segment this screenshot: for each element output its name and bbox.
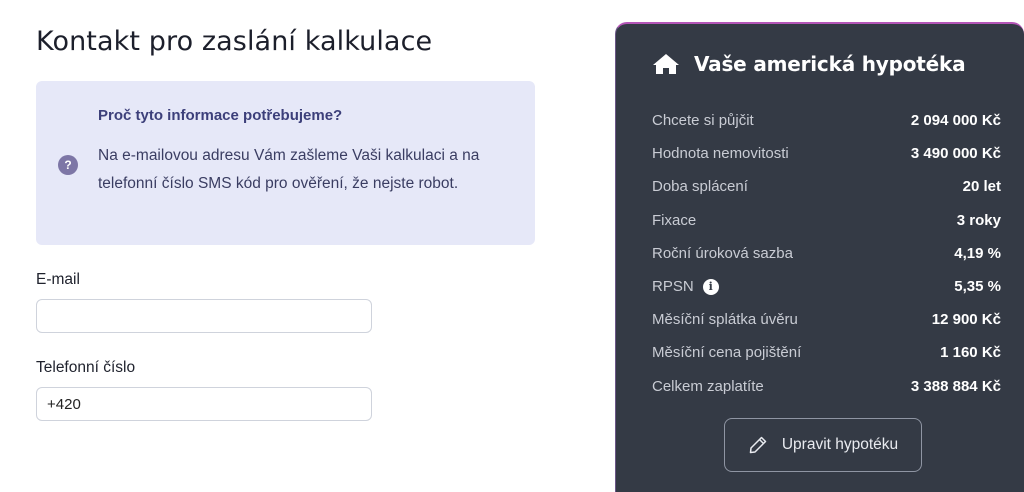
summary-row: RPSN i 5,35 % bbox=[652, 270, 1001, 303]
edit-button-label: Upravit hypotéku bbox=[781, 436, 899, 453]
summary-row: Měsíční cena pojištění 1 160 Kč bbox=[652, 336, 1001, 369]
mortgage-summary-panel: Vaše americká hypotéka Chcete si půjčit … bbox=[615, 22, 1024, 492]
row-label: Hodnota nemovitosti bbox=[652, 145, 789, 163]
edit-mortgage-button[interactable]: Upravit hypotéku bbox=[724, 418, 922, 472]
phone-label: Telefonní číslo bbox=[36, 359, 136, 376]
row-label: Měsíční splátka úvěru bbox=[652, 311, 798, 329]
rpsn-label-text: RPSN bbox=[652, 278, 694, 296]
summary-row: Doba splácení 20 let bbox=[652, 170, 1001, 203]
row-value: 3 388 884 Kč bbox=[910, 377, 1001, 395]
row-label: Fixace bbox=[652, 211, 697, 229]
summary-rows: Chcete si půjčit 2 094 000 Kč Hodnota ne… bbox=[652, 104, 1001, 403]
summary-row: Měsíční splátka úvěru 12 900 Kč bbox=[652, 303, 1001, 336]
summary-row: Fixace 3 roky bbox=[652, 204, 1001, 237]
row-label: Roční úroková sazba bbox=[652, 244, 793, 262]
row-value: 1 160 Kč bbox=[940, 344, 1001, 362]
row-label: Celkem zaplatíte bbox=[652, 377, 764, 395]
question-icon: ? bbox=[58, 155, 78, 175]
summary-row: Hodnota nemovitosti 3 490 000 Kč bbox=[652, 137, 1001, 170]
summary-row: Chcete si půjčit 2 094 000 Kč bbox=[652, 104, 1001, 137]
summary-row: Roční úroková sazba 4,19 % bbox=[652, 237, 1001, 270]
house-icon bbox=[653, 54, 679, 74]
row-label: Měsíční cena pojištění bbox=[652, 344, 802, 362]
info-box: ? Proč tyto informace potřebujeme? Na e-… bbox=[36, 81, 535, 245]
row-value: 20 let bbox=[962, 178, 1001, 196]
row-value: 3 roky bbox=[956, 211, 1001, 229]
phone-input[interactable] bbox=[36, 387, 372, 421]
row-value: 5,35 % bbox=[954, 278, 1001, 296]
row-label: Chcete si půjčit bbox=[652, 112, 754, 130]
pencil-icon bbox=[749, 436, 767, 454]
row-value: 12 900 Kč bbox=[931, 311, 1001, 329]
summary-header: Vaše americká hypotéka bbox=[652, 52, 966, 76]
page-title: Kontakt pro zaslání kalkulace bbox=[36, 26, 433, 57]
row-label-rpsn: RPSN i bbox=[652, 278, 719, 295]
row-label: Doba splácení bbox=[652, 178, 748, 196]
info-title: Proč tyto informace potřebujeme? bbox=[98, 107, 343, 124]
email-label: E-mail bbox=[36, 271, 80, 288]
summary-row: Celkem zaplatíte 3 388 884 Kč bbox=[652, 370, 1001, 403]
row-value: 3 490 000 Kč bbox=[910, 145, 1001, 163]
info-text: Na e-mailovou adresu Vám zašleme Vaši ka… bbox=[98, 147, 480, 192]
summary-title: Vaše americká hypotéka bbox=[694, 52, 966, 76]
row-value: 2 094 000 Kč bbox=[910, 112, 1001, 130]
row-value: 4,19 % bbox=[954, 244, 1001, 262]
info-icon[interactable]: i bbox=[702, 278, 719, 295]
email-input[interactable] bbox=[36, 299, 372, 333]
